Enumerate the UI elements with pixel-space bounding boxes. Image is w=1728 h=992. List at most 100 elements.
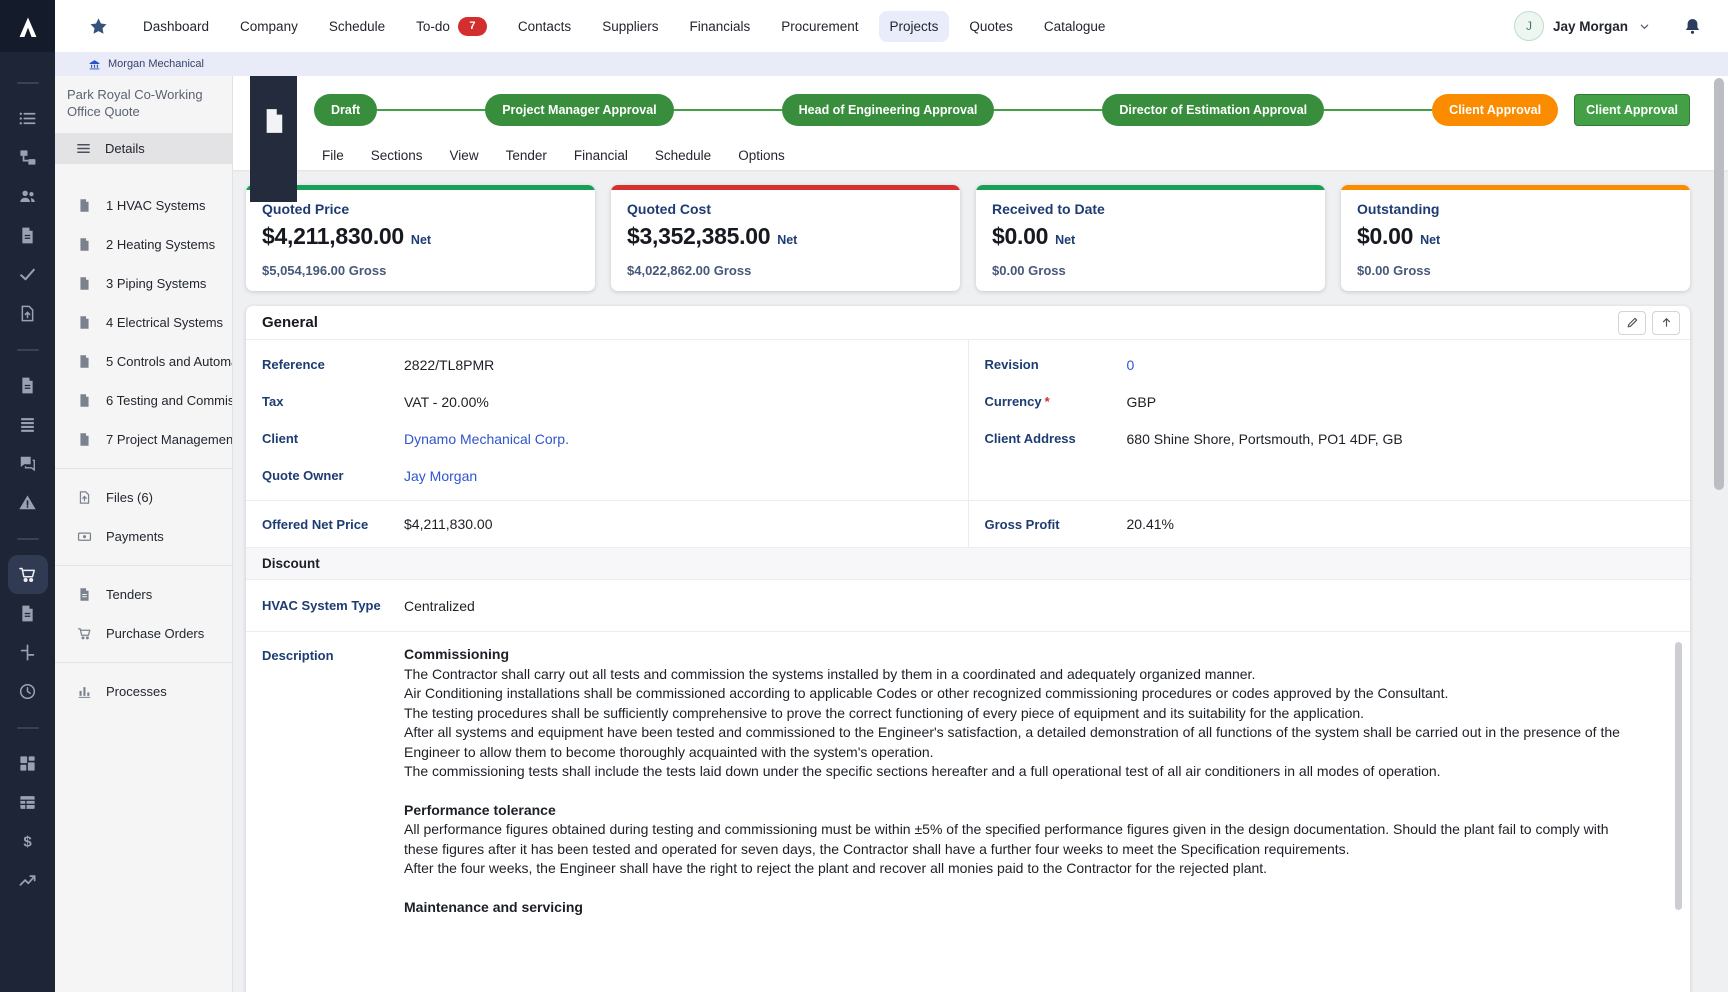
- stat-cards: Quoted Price $4,211,830.00Net $5,054,196…: [246, 185, 1690, 291]
- sidebar-item-details[interactable]: Details: [55, 133, 232, 164]
- stat-accent-bar: [611, 185, 960, 190]
- stat-accent-bar: [976, 185, 1325, 190]
- nav-item-dashboard[interactable]: Dashboard: [132, 11, 220, 42]
- issues-warning-icon[interactable]: [8, 483, 48, 522]
- quote-owner-link[interactable]: Jay Morgan: [404, 468, 477, 484]
- sidebar-item-purchase-orders[interactable]: Purchase Orders: [55, 614, 232, 653]
- stat-net-value: $4,211,830.00: [262, 223, 404, 250]
- stat-net-label: Net: [1420, 233, 1440, 247]
- nav-item-projects[interactable]: Projects: [879, 11, 950, 42]
- page-scrollbar[interactable]: [1714, 78, 1724, 490]
- sidebar-section-1[interactable]: 1 HVAC Systems: [55, 186, 232, 225]
- messages-icon[interactable]: [8, 444, 48, 483]
- stat-net-value: $0.00: [1357, 223, 1413, 250]
- rows-icon[interactable]: [8, 405, 48, 444]
- quotes-icon[interactable]: [8, 594, 48, 633]
- stat-gross-value: $0.00 Gross: [1357, 263, 1674, 278]
- nav-item-company[interactable]: Company: [229, 11, 309, 42]
- revision-link[interactable]: 0: [1127, 357, 1135, 373]
- stat-gross-value: $4,022,862.00 Gross: [627, 263, 944, 278]
- quote-document-tab[interactable]: [250, 76, 297, 202]
- field-tax: TaxVAT - 20.00%: [246, 383, 968, 420]
- stat-title: Received to Date: [992, 201, 1309, 217]
- documents-icon[interactable]: [8, 216, 48, 255]
- menu-view[interactable]: View: [450, 148, 479, 163]
- trends-icon[interactable]: [8, 861, 48, 900]
- general-fields: Reference2822/TL8PMR TaxVAT - 20.00% Cli…: [246, 340, 1690, 500]
- nav-item-schedule[interactable]: Schedule: [318, 11, 396, 42]
- approvals-check-icon[interactable]: [8, 255, 48, 294]
- nav-item-suppliers[interactable]: Suppliers: [591, 11, 669, 42]
- top-nav: Dashboard Company Schedule To-do 7 Conta…: [55, 0, 1728, 52]
- export-button[interactable]: [1652, 311, 1680, 335]
- description-line: The Contractor shall carry out all tests…: [404, 665, 1646, 685]
- avatar[interactable]: J: [1514, 11, 1544, 41]
- app-logo[interactable]: [0, 0, 55, 52]
- menu-tender[interactable]: Tender: [506, 148, 547, 163]
- stepper-connector: [994, 109, 1102, 111]
- sidebar-section-2[interactable]: 2 Heating Systems: [55, 225, 232, 264]
- step-director-of-estimation-approval[interactable]: Director of Estimation Approval: [1102, 94, 1324, 126]
- description-line: After the four weeks, the Engineer shall…: [404, 859, 1646, 879]
- users-icon[interactable]: [8, 177, 48, 216]
- nav-item-quotes[interactable]: Quotes: [958, 11, 1024, 42]
- description-line: After all systems and equipment have bee…: [404, 723, 1646, 762]
- section-label: 1 HVAC Systems: [106, 198, 205, 213]
- description-scrollbar[interactable]: [1675, 642, 1682, 910]
- nav-item-contacts[interactable]: Contacts: [507, 11, 582, 42]
- sidebar-section-3[interactable]: 3 Piping Systems: [55, 264, 232, 303]
- sidebar-item-label: Purchase Orders: [106, 626, 204, 641]
- menu-sections[interactable]: Sections: [371, 148, 423, 163]
- nav-item-catalogue[interactable]: Catalogue: [1033, 11, 1117, 42]
- sidebar-item-payments[interactable]: Payments: [55, 517, 232, 556]
- nav-item-financials[interactable]: Financials: [678, 11, 761, 42]
- dashboard-icon[interactable]: [8, 744, 48, 783]
- step-draft[interactable]: Draft: [314, 94, 377, 126]
- step-project-manager-approval[interactable]: Project Manager Approval: [485, 94, 673, 126]
- step-client-approval[interactable]: Client Approval: [1432, 94, 1558, 126]
- cart-icon[interactable]: [8, 555, 48, 594]
- menu-schedule[interactable]: Schedule: [655, 148, 711, 163]
- todo-count-badge: 7: [458, 17, 487, 36]
- sidebar-section-7[interactable]: 7 Project Management: [55, 420, 232, 459]
- menu-financial[interactable]: Financial: [574, 148, 628, 163]
- sidebar-section-5[interactable]: 5 Controls and Automation: [55, 342, 232, 381]
- fields-right-column: Revision0 Currency*GBP Client Address680…: [968, 340, 1691, 500]
- user-menu[interactable]: J Jay Morgan: [1514, 11, 1702, 41]
- finance-dollar-icon[interactable]: $: [8, 822, 48, 861]
- field-label: Client: [262, 431, 404, 446]
- sidebar-item-files[interactable]: Files (6): [55, 478, 232, 517]
- field-description: Description Commissioning The Contractor…: [246, 632, 1690, 917]
- edit-button[interactable]: [1618, 311, 1646, 335]
- nav-item-procurement[interactable]: Procurement: [770, 11, 869, 42]
- stat-net-label: Net: [777, 233, 797, 247]
- rail-divider: [17, 66, 39, 99]
- breadcrumb-company[interactable]: Morgan Mechanical: [108, 58, 204, 70]
- field-client: ClientDynamo Mechanical Corp.: [246, 420, 968, 457]
- step-head-of-engineering-approval[interactable]: Head of Engineering Approval: [782, 94, 995, 126]
- list-icon[interactable]: [8, 99, 48, 138]
- stat-card-quoted-price: Quoted Price $4,211,830.00Net $5,054,196…: [246, 185, 595, 291]
- bar-chart-icon: [77, 684, 92, 699]
- time-clock-icon[interactable]: [8, 672, 48, 711]
- menu-options[interactable]: Options: [738, 148, 785, 163]
- notifications-bell-icon[interactable]: [1683, 17, 1702, 36]
- favorites-star-icon[interactable]: [89, 17, 108, 36]
- document-icon: [77, 198, 92, 213]
- client-approval-button[interactable]: Client Approval: [1574, 94, 1690, 126]
- sidebar-item-tenders[interactable]: Tenders: [55, 575, 232, 614]
- stat-accent-bar: [1341, 185, 1690, 190]
- workflow-icon[interactable]: [8, 138, 48, 177]
- file-export-icon[interactable]: [8, 294, 48, 333]
- sidebar-section-6[interactable]: 6 Testing and Commissioning: [55, 381, 232, 420]
- menu-file[interactable]: File: [322, 148, 344, 163]
- client-link[interactable]: Dynamo Mechanical Corp.: [404, 431, 569, 447]
- tables-icon[interactable]: [8, 783, 48, 822]
- field-currency: Currency*GBP: [969, 383, 1691, 420]
- invoices-icon[interactable]: [8, 366, 48, 405]
- nav-item-todo[interactable]: To-do 7: [405, 9, 498, 44]
- adjustments-icon[interactable]: [8, 633, 48, 672]
- sidebar-section-4[interactable]: 4 Electrical Systems: [55, 303, 232, 342]
- sidebar-item-processes[interactable]: Processes: [55, 672, 232, 711]
- document-icon: [77, 393, 92, 408]
